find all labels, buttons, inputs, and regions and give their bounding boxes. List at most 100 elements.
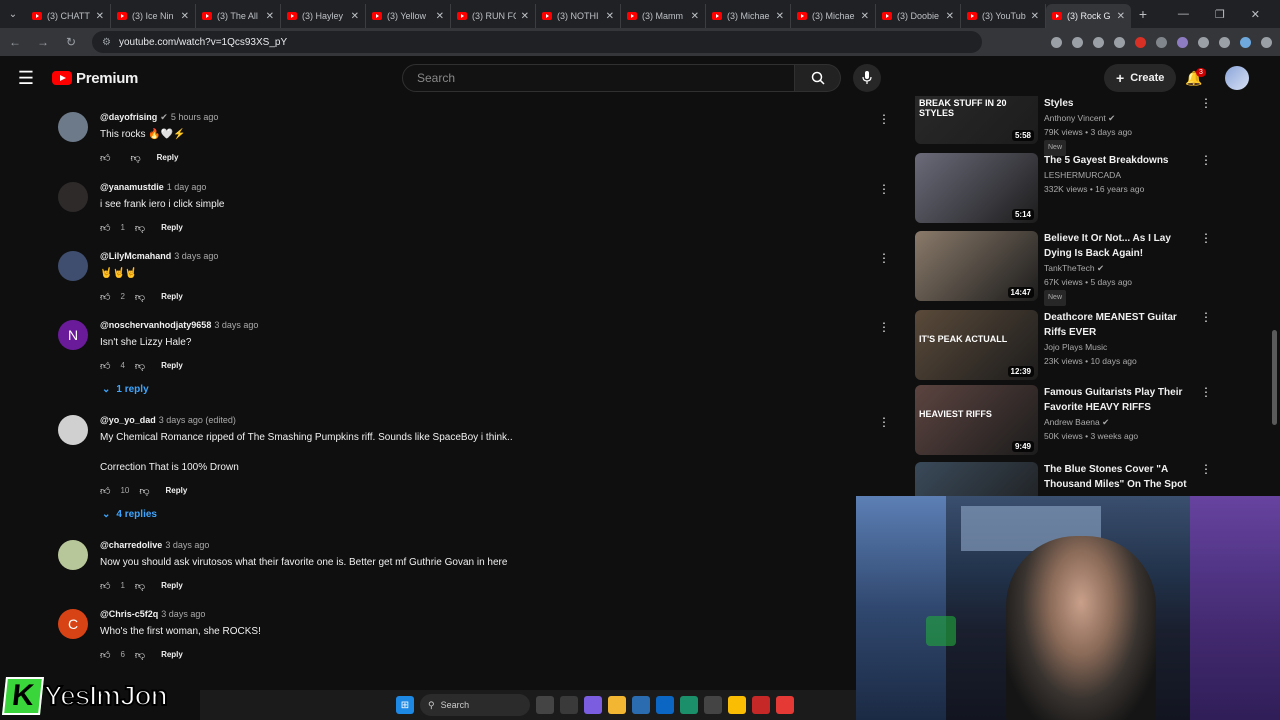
comment-author-avatar[interactable]: C [58,609,88,639]
extension-red-icon[interactable] [1135,36,1146,48]
app-icon[interactable] [704,696,722,714]
comment-author-handle[interactable]: @noschervanhodjaty9658 [100,320,211,330]
view-replies-button[interactable]: ⌄ 4 replies [102,509,157,520]
mail-icon[interactable] [656,696,674,714]
copilot-icon[interactable] [584,696,602,714]
comment-author-avatar[interactable] [58,182,88,212]
dislike-icon[interactable]: 👎︎ [135,360,145,372]
search-button[interactable] [795,64,841,92]
video-title[interactable]: The 5 Gayest Breakdowns [1044,153,1194,168]
video-title[interactable]: Believe It Or Not... As I Lay Dying Is B… [1044,231,1194,261]
voice-search-button[interactable] [853,64,881,92]
cast-icon[interactable] [1051,36,1062,48]
comment-author-avatar[interactable] [58,540,88,570]
reply-button[interactable]: Reply [151,150,185,165]
video-channel[interactable]: Anthony Vincent ✔ [1044,111,1132,125]
comment-author-avatar[interactable] [58,415,88,445]
video-more-icon[interactable]: ⋮ [1200,153,1212,167]
forward-icon[interactable]: → [36,35,50,49]
close-tab-icon[interactable]: ✕ [266,11,274,22]
account-avatar[interactable] [1225,66,1249,90]
edge-icon[interactable] [680,696,698,714]
reply-button[interactable]: Reply [155,220,189,235]
video-title[interactable]: The Blue Stones Cover "A Thousand Miles"… [1044,462,1194,492]
reply-button[interactable]: Reply [155,578,189,593]
video-thumbnail[interactable]: BREAK STUFF IN 20 STYLES 5:58 [915,96,1038,144]
reply-button[interactable]: Reply [160,483,194,498]
channel-name[interactable]: Anthony Vincent [1044,113,1106,123]
widgets-icon[interactable] [536,696,554,714]
video-thumbnail[interactable] [915,462,1038,496]
close-tab-icon[interactable]: ✕ [521,11,529,22]
comment-author-handle[interactable]: @charredolive [100,540,162,550]
video-more-icon[interactable]: ⋮ [1200,385,1212,399]
video-title[interactable]: Famous Guitarists Play Their Favorite HE… [1044,385,1194,415]
minimize-icon[interactable]: — [1178,8,1189,21]
comment-author-handle[interactable]: @LilyMcmahand [100,251,171,261]
youtube-premium-logo[interactable]: Premium [52,70,138,87]
video-channel[interactable]: TankTheTech ✔ [1044,261,1132,275]
comment-timestamp[interactable]: 3 days ago [165,540,209,550]
back-icon[interactable]: ← [8,35,22,49]
media-icon[interactable] [1219,36,1230,48]
video-thumbnail[interactable]: 14:47 [915,231,1038,301]
like-icon[interactable]: 👍︎ [100,222,110,234]
like-icon[interactable]: 👍︎ [100,152,110,164]
browser-tab[interactable]: (3) Yellow ✕ [366,4,451,28]
comment-more-icon[interactable]: ⋮ [878,415,890,429]
bookmark-star-icon[interactable] [1114,36,1125,48]
comment-more-icon[interactable]: ⋮ [878,320,890,334]
taskbar-search[interactable]: ⚲ Search [420,694,530,716]
comment-timestamp[interactable]: 3 days ago (edited) [159,415,236,425]
video-more-icon[interactable]: ⋮ [1200,462,1212,476]
browser-tab[interactable]: (3) Michae ✕ [706,4,791,28]
restore-icon[interactable]: ❐ [1215,8,1225,21]
comment-timestamp[interactable]: 1 day ago [167,182,207,192]
search-input[interactable]: Search [402,64,795,92]
extensions-puzzle-icon[interactable] [1198,36,1209,48]
reply-button[interactable]: Reply [155,289,189,304]
video-more-icon[interactable]: ⋮ [1200,310,1212,324]
reply-button[interactable]: Reply [155,647,189,662]
dislike-icon[interactable]: 👎︎ [135,222,145,234]
task-view-icon[interactable] [560,696,578,714]
video-title[interactable]: Styles [1044,96,1194,111]
comment-author-avatar[interactable]: N [58,320,88,350]
close-tab-icon[interactable]: ✕ [606,11,614,22]
comment-author-handle[interactable]: @yanamustdie [100,182,164,192]
dislike-icon[interactable]: 👎︎ [135,291,145,303]
profile-icon[interactable] [1240,36,1251,48]
close-tab-icon[interactable]: ✕ [96,11,104,22]
tab-search-menu[interactable]: ⌄ [0,0,26,28]
channel-name[interactable]: Jojo Plays Music [1044,342,1107,352]
browser-menu-icon[interactable] [1261,36,1272,48]
video-thumbnail[interactable]: 5:14 [915,153,1038,223]
dislike-icon[interactable]: 👎︎ [135,649,145,661]
channel-name[interactable]: TankTheTech [1044,263,1095,273]
comment-author-avatar[interactable] [58,251,88,281]
close-tab-icon[interactable]: ✕ [436,11,444,22]
browser-tab[interactable]: (3) YouTub ✕ [961,4,1046,28]
like-icon[interactable]: 👍︎ [100,580,110,592]
close-tab-icon[interactable]: ✕ [776,11,784,22]
new-tab-button[interactable]: + [1131,6,1155,22]
guide-menu-icon[interactable]: ☰ [0,68,52,89]
eye-off-icon[interactable] [1093,36,1104,48]
video-channel[interactable]: Jojo Plays Music [1044,340,1137,354]
browser-tab[interactable]: (3) Doobie ✕ [876,4,961,28]
browser-tab[interactable]: (3) RUN FO ✕ [451,4,536,28]
close-tab-icon[interactable]: ✕ [946,11,954,22]
browser-tab[interactable]: (3) Rock G ✕ [1046,4,1131,28]
video-channel[interactable]: LESHERMURCADA [1044,168,1144,182]
address-bar[interactable]: ⚙ youtube.com/watch?v=1Qcs93XS_pY [92,31,982,53]
reload-icon[interactable]: ↻ [64,35,78,49]
extension-purple-icon[interactable] [1177,36,1188,48]
comment-author-handle[interactable]: @dayofrising [100,112,157,122]
like-icon[interactable]: 👍︎ [100,649,110,661]
zoom-icon[interactable] [1072,36,1083,48]
comment-timestamp[interactable]: 3 days ago [161,609,205,619]
video-more-icon[interactable]: ⋮ [1200,231,1212,245]
browser-tab[interactable]: (3) CHATT ✕ [26,4,111,28]
video-thumbnail[interactable]: HEAVIEST RIFFS 9:49 [915,385,1038,455]
browser-tab[interactable]: (3) Mamm ✕ [621,4,706,28]
